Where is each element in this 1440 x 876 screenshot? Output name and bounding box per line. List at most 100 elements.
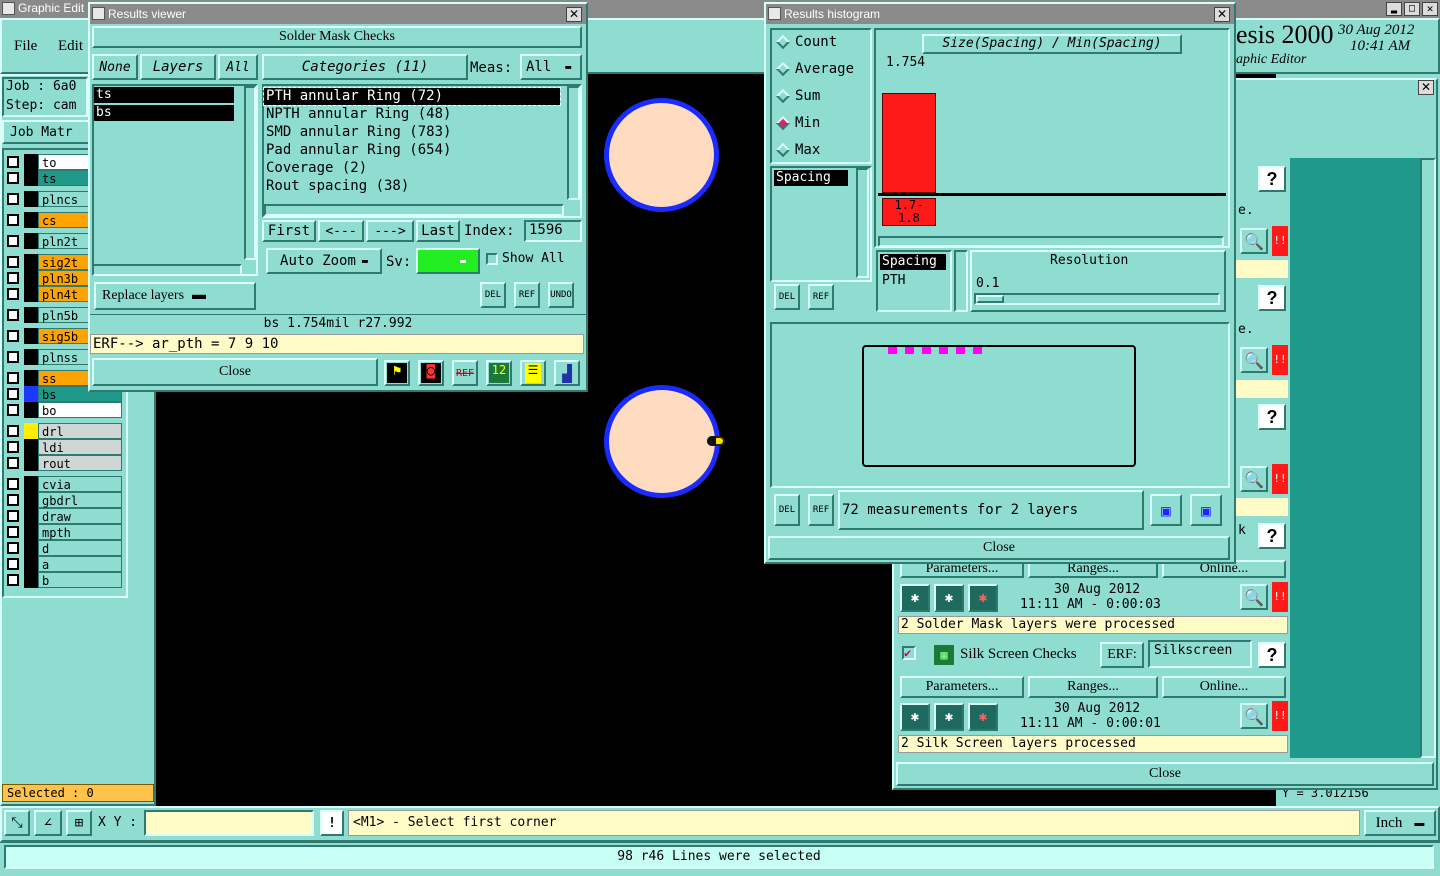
menu-file[interactable]: File [14, 38, 37, 55]
rv-tool-report-button[interactable]: ☰ [520, 360, 546, 386]
silk-parameters-button[interactable]: Parameters... [900, 676, 1024, 698]
hist-chart-hscroll[interactable] [878, 236, 1224, 247]
rv-del-button[interactable]: DEL [480, 282, 506, 308]
rv-cat-vscroll[interactable] [567, 86, 580, 200]
tool-grid-button[interactable]: ⊞ [66, 810, 92, 836]
rv-last-button[interactable]: Last [416, 220, 460, 242]
hist-resolution-slider[interactable] [974, 293, 1220, 305]
maximize-button[interactable]: □ [1404, 2, 1420, 16]
rv-replace-layers-button[interactable]: Replace layers ▬ [94, 282, 256, 310]
job-matrix-button[interactable]: Job Matr [2, 120, 90, 144]
rv-layer-bs[interactable]: bs [94, 105, 234, 121]
hist-mode-label[interactable]: Max [795, 142, 820, 158]
layer-checkbox[interactable] [7, 288, 19, 300]
tool-measure-button[interactable]: ∠ [34, 810, 62, 836]
layer-row-a[interactable]: a [4, 556, 124, 572]
rv-cat-hscroll[interactable] [264, 204, 564, 216]
layer-checkbox[interactable] [7, 542, 19, 554]
hist-mode-label[interactable]: Count [795, 34, 837, 50]
menu-edit[interactable]: Edit [58, 38, 83, 55]
checklist-close-icon[interactable]: ✕ [1418, 80, 1434, 95]
rv-layer-vscroll[interactable] [244, 86, 256, 260]
hist-zoom-fit-button[interactable]: ▣ [1150, 494, 1182, 526]
rv-layer-ts[interactable]: ts [94, 87, 234, 103]
zoom-button-2[interactable]: 🔍 [1240, 347, 1268, 373]
rv-next-button[interactable]: ---> [366, 220, 414, 242]
hist-measure-vscroll[interactable] [856, 168, 869, 278]
layer-checkbox[interactable] [7, 309, 19, 321]
layer-checkbox[interactable] [7, 457, 19, 469]
layer-checkbox[interactable] [7, 574, 19, 586]
layer-checkbox[interactable] [7, 478, 19, 490]
hist-zoom-area-button[interactable]: ▣ [1190, 494, 1222, 526]
silk-zoom-button[interactable]: 🔍 [1240, 703, 1268, 729]
checklist-close-button[interactable]: Close [896, 762, 1434, 786]
layer-checkbox[interactable] [7, 235, 19, 247]
sm-run-all-button[interactable]: ✱ [934, 584, 964, 612]
silk-run-button[interactable]: ✱ [900, 703, 930, 731]
category-item[interactable]: Coverage (2) [264, 160, 560, 177]
rv-categories-button[interactable]: Categories (11) [262, 54, 468, 80]
rv-layers-button[interactable]: Layers [140, 54, 216, 80]
rv-index-field[interactable]: 1596 [524, 220, 582, 242]
layer-row-drl[interactable]: drl [4, 423, 124, 439]
category-item[interactable]: PTH annular Ring (72) [263, 87, 561, 106]
hist-bar[interactable] [882, 93, 936, 193]
layer-row-b[interactable]: b [4, 572, 124, 588]
results-viewer-close-icon[interactable]: ✕ [566, 7, 582, 22]
tool-select-button[interactable]: ⤡ [4, 810, 30, 836]
hist-mode-label[interactable]: Sum [795, 88, 820, 104]
checklist-scrollbar[interactable] [1420, 158, 1436, 758]
silk-erf-button[interactable]: ERF: [1100, 642, 1144, 668]
category-item[interactable]: NPTH annular Ring (48) [264, 106, 560, 123]
rv-undo-button[interactable]: UNDO [548, 282, 574, 308]
pad-circle-lower[interactable] [604, 385, 720, 498]
info-button[interactable]: ! [320, 810, 344, 836]
help-button-1[interactable]: ? [1258, 166, 1286, 192]
rv-tool-clear-button[interactable]: REF [452, 360, 478, 386]
row2-sub[interactable]: e. [1238, 322, 1254, 337]
pad-circle-upper[interactable] [604, 98, 719, 212]
histogram-close-icon[interactable]: ✕ [1214, 7, 1230, 22]
hist-resolution-thumb[interactable] [976, 295, 1004, 303]
layer-checkbox[interactable] [7, 330, 19, 342]
sm-run-button[interactable]: ✱ [900, 584, 930, 612]
rv-none-button[interactable]: None [92, 54, 138, 80]
hist-del-button-2[interactable]: DEL [774, 494, 800, 526]
help-button-3[interactable]: ? [1258, 404, 1286, 430]
hist-list2-spacing[interactable]: Spacing [880, 254, 946, 270]
silk-run-all-button[interactable]: ✱ [934, 703, 964, 731]
rv-sv-color-dropdown[interactable]: ▬ [416, 248, 480, 274]
layer-checkbox[interactable] [7, 272, 19, 284]
category-item[interactable]: SMD annular Ring (783) [264, 124, 560, 141]
rv-close-button[interactable]: Close [92, 358, 378, 386]
layer-checkbox[interactable] [7, 526, 19, 538]
layer-checkbox[interactable] [7, 510, 19, 522]
layer-row-draw[interactable]: draw [4, 508, 124, 524]
hist-del-button-1[interactable]: DEL [774, 284, 800, 310]
silk-stop-button[interactable]: ✱ [968, 703, 998, 731]
rv-tool-histogram-button[interactable]: ▟ [554, 360, 580, 386]
layer-checkbox[interactable] [7, 351, 19, 363]
layer-checkbox[interactable] [7, 558, 19, 570]
hist-list2-pth[interactable]: PTH [882, 273, 905, 288]
rv-show-all-checkbox[interactable] [486, 253, 498, 265]
rv-tool-flag-button[interactable]: ⚑ [384, 360, 410, 386]
row1-sub[interactable]: e. [1238, 203, 1254, 218]
layer-checkbox[interactable] [7, 214, 19, 226]
help-button-2[interactable]: ? [1258, 285, 1286, 311]
silk-help-button[interactable]: ? [1258, 642, 1286, 668]
hist-ref-button-1[interactable]: REF [808, 284, 834, 310]
rv-prev-button[interactable]: <--- [318, 220, 364, 242]
silk-erf-field[interactable]: Silkscreen [1148, 640, 1252, 668]
layer-row-ldi[interactable]: ldi [4, 439, 124, 455]
minimize-button[interactable]: ▂ [1386, 2, 1402, 16]
layer-checkbox[interactable] [7, 193, 19, 205]
layer-checkbox[interactable] [7, 172, 19, 184]
silk-ranges-button[interactable]: Ranges... [1028, 676, 1158, 698]
rv-layer-hscroll[interactable] [92, 264, 242, 276]
layer-checkbox[interactable] [7, 256, 19, 268]
sm-zoom-button[interactable]: 🔍 [1240, 584, 1268, 610]
layer-row-bo[interactable]: bo [4, 402, 124, 418]
category-item[interactable]: Pad annular Ring (654) [264, 142, 560, 159]
